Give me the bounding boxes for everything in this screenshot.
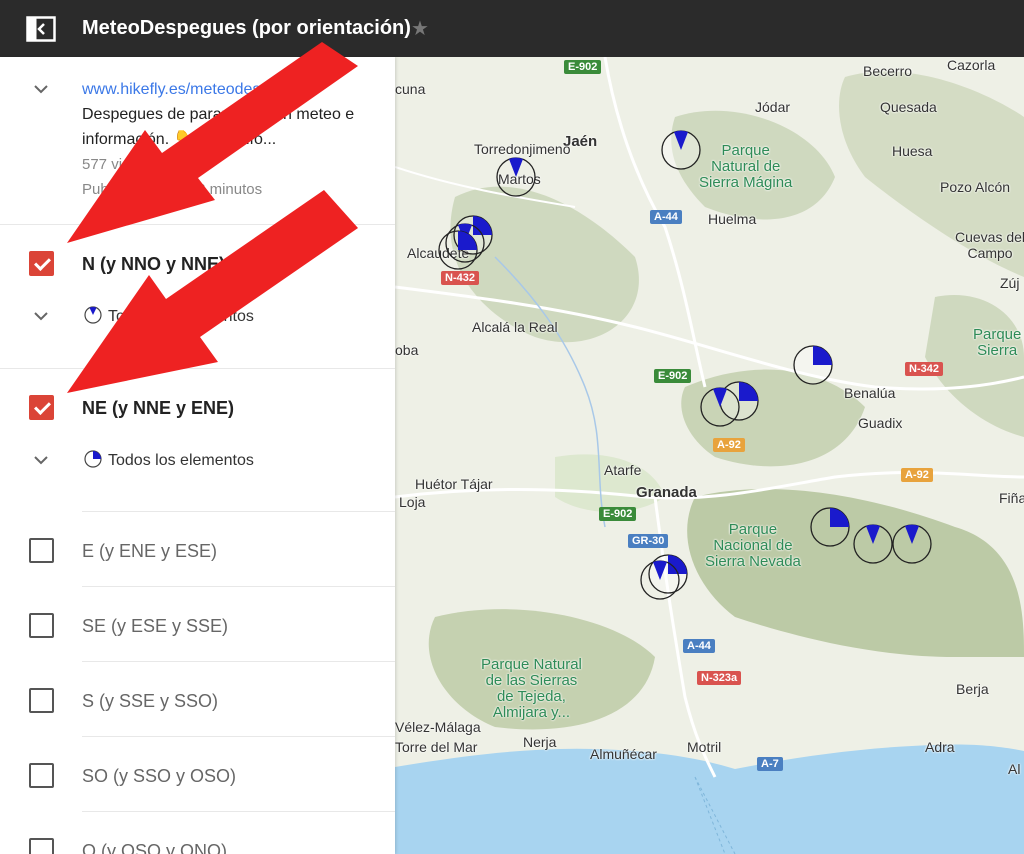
divider [82, 736, 395, 737]
star-icon[interactable]: ★ [411, 16, 429, 41]
takeoff-marker[interactable] [639, 559, 681, 601]
layer-checkbox-so[interactable] [29, 763, 54, 788]
place-label: Cazorla [947, 57, 996, 73]
layer-checkbox-se[interactable] [29, 613, 54, 638]
layer-name-se[interactable]: SE (y ESE y SSE) [82, 616, 228, 637]
place-label: Cuevas del Campo [955, 229, 1024, 261]
park-label: Parque Natural de las Sierras de Tejeda,… [481, 656, 582, 721]
description-text: Despegues de parapente con meteo e infor… [82, 106, 355, 148]
place-label: Adra [925, 739, 955, 755]
divider [0, 224, 395, 225]
published-time: Publicado hace 13 minutos [82, 181, 263, 198]
place-label: Zúj [1000, 275, 1020, 291]
divider [82, 511, 395, 512]
layer-name-s[interactable]: S (y SSE y SSO) [82, 691, 218, 712]
layer-checkbox-ne[interactable] [29, 395, 54, 420]
park-label: Parque Nacional de Sierra Nevada [705, 521, 801, 570]
place-label: Alcalá la Real [472, 319, 558, 335]
place-label: Huelma [708, 211, 757, 227]
place-label: Motril [687, 739, 722, 755]
layer-subitem-n[interactable]: Todos los elementos [84, 306, 254, 326]
place-label: Loja [399, 494, 426, 510]
legend-panel: www.hikefly.es/meteodespegues Despegues … [0, 57, 395, 854]
takeoff-marker[interactable] [660, 129, 702, 171]
chevron-down-icon[interactable] [33, 455, 49, 465]
takeoff-marker[interactable] [852, 523, 894, 565]
place-label: Vélez-Málaga [395, 719, 481, 735]
road-shield: E-902 [564, 60, 602, 74]
place-label: Quesada [880, 99, 937, 115]
road-shield: A-7 [757, 757, 783, 771]
layer-checkbox-o[interactable] [29, 838, 54, 854]
layer-name-o[interactable]: O (y OSO y ONO) [82, 841, 227, 854]
road-shield: E-902 [599, 507, 637, 521]
takeoff-marker[interactable] [809, 506, 851, 548]
divider [0, 368, 395, 369]
layer-subitem-label: Todos los elementos [108, 452, 254, 469]
place-label: Fiña [999, 490, 1024, 506]
place-label: Jódar [755, 99, 791, 115]
place-label: Torre del Mar [395, 739, 478, 755]
place-label: cuna [395, 81, 426, 97]
map-title: MeteoDespegues (por orientación) [82, 17, 411, 39]
pie-marker-icon [84, 450, 102, 468]
place-label: Becerro [863, 63, 913, 79]
place-label: Al [1008, 761, 1021, 777]
road-shield: E-902 [654, 369, 692, 383]
takeoff-marker[interactable] [495, 156, 537, 198]
layer-subitem-ne[interactable]: Todos los elementos [84, 450, 254, 470]
map-canvas[interactable]: cuna Jaén Torredonjimeno Martos Jódar Qu… [395, 57, 1024, 854]
road-shield: GR-30 [628, 534, 669, 548]
takeoff-marker[interactable] [891, 523, 933, 565]
road-shield: A-92 [901, 468, 933, 482]
place-label: Granada [636, 484, 697, 501]
place-label: Nerja [523, 734, 557, 750]
place-label: Benalúa [844, 385, 896, 401]
road-shield: N-323a [697, 671, 742, 685]
road-shield: A-44 [683, 639, 715, 653]
layer-name-so[interactable]: SO (y SSO y OSO) [82, 766, 236, 787]
road-shield: N-432 [441, 271, 479, 285]
road-shield: A-92 [713, 438, 745, 452]
road-shield: A-44 [650, 210, 682, 224]
place-label: Atarfe [604, 462, 642, 478]
park-label: Parque Sierra [973, 326, 1022, 359]
place-label: Torredonjimeno [474, 141, 571, 157]
place-label: Huesa [892, 143, 933, 159]
place-label: Almuñécar [590, 746, 657, 762]
divider [82, 586, 395, 587]
top-bar: MeteoDespegues (por orientación) ★ [0, 0, 1024, 57]
park-label: Parque Natural de Sierra Mágina [699, 142, 793, 191]
description-link[interactable]: www.hikefly.es/meteodespegues [82, 77, 372, 102]
place-label: Huétor Tájar [415, 476, 493, 492]
place-label: oba [395, 342, 419, 358]
pie-marker-icon [84, 306, 102, 324]
layer-checkbox-s[interactable] [29, 688, 54, 713]
takeoff-marker[interactable] [437, 229, 479, 271]
takeoff-marker[interactable] [699, 386, 741, 428]
map-description: www.hikefly.es/meteodespegues Despegues … [82, 77, 372, 202]
layer-name-e[interactable]: E (y ENE y ESE) [82, 541, 217, 562]
layer-subitem-label: Todos los elementos [108, 308, 254, 325]
place-label: Pozo Alcón [940, 179, 1011, 195]
chevron-down-icon[interactable] [33, 311, 49, 321]
layer-name-n[interactable]: N (y NNO y NNE) [82, 254, 225, 275]
panel-toggle-icon[interactable] [26, 16, 56, 42]
layer-name-ne[interactable]: NE (y NNE y ENE) [82, 398, 234, 419]
takeoff-marker[interactable] [792, 344, 834, 386]
road-shield: N-342 [905, 362, 943, 376]
place-label: Guadix [858, 415, 903, 431]
divider [82, 811, 395, 812]
chevron-down-icon[interactable] [33, 84, 49, 94]
layer-checkbox-e[interactable] [29, 538, 54, 563]
place-label: Berja [956, 681, 989, 697]
layer-checkbox-n[interactable] [29, 251, 54, 276]
divider [82, 661, 395, 662]
view-count: 577 vistas [82, 156, 150, 173]
